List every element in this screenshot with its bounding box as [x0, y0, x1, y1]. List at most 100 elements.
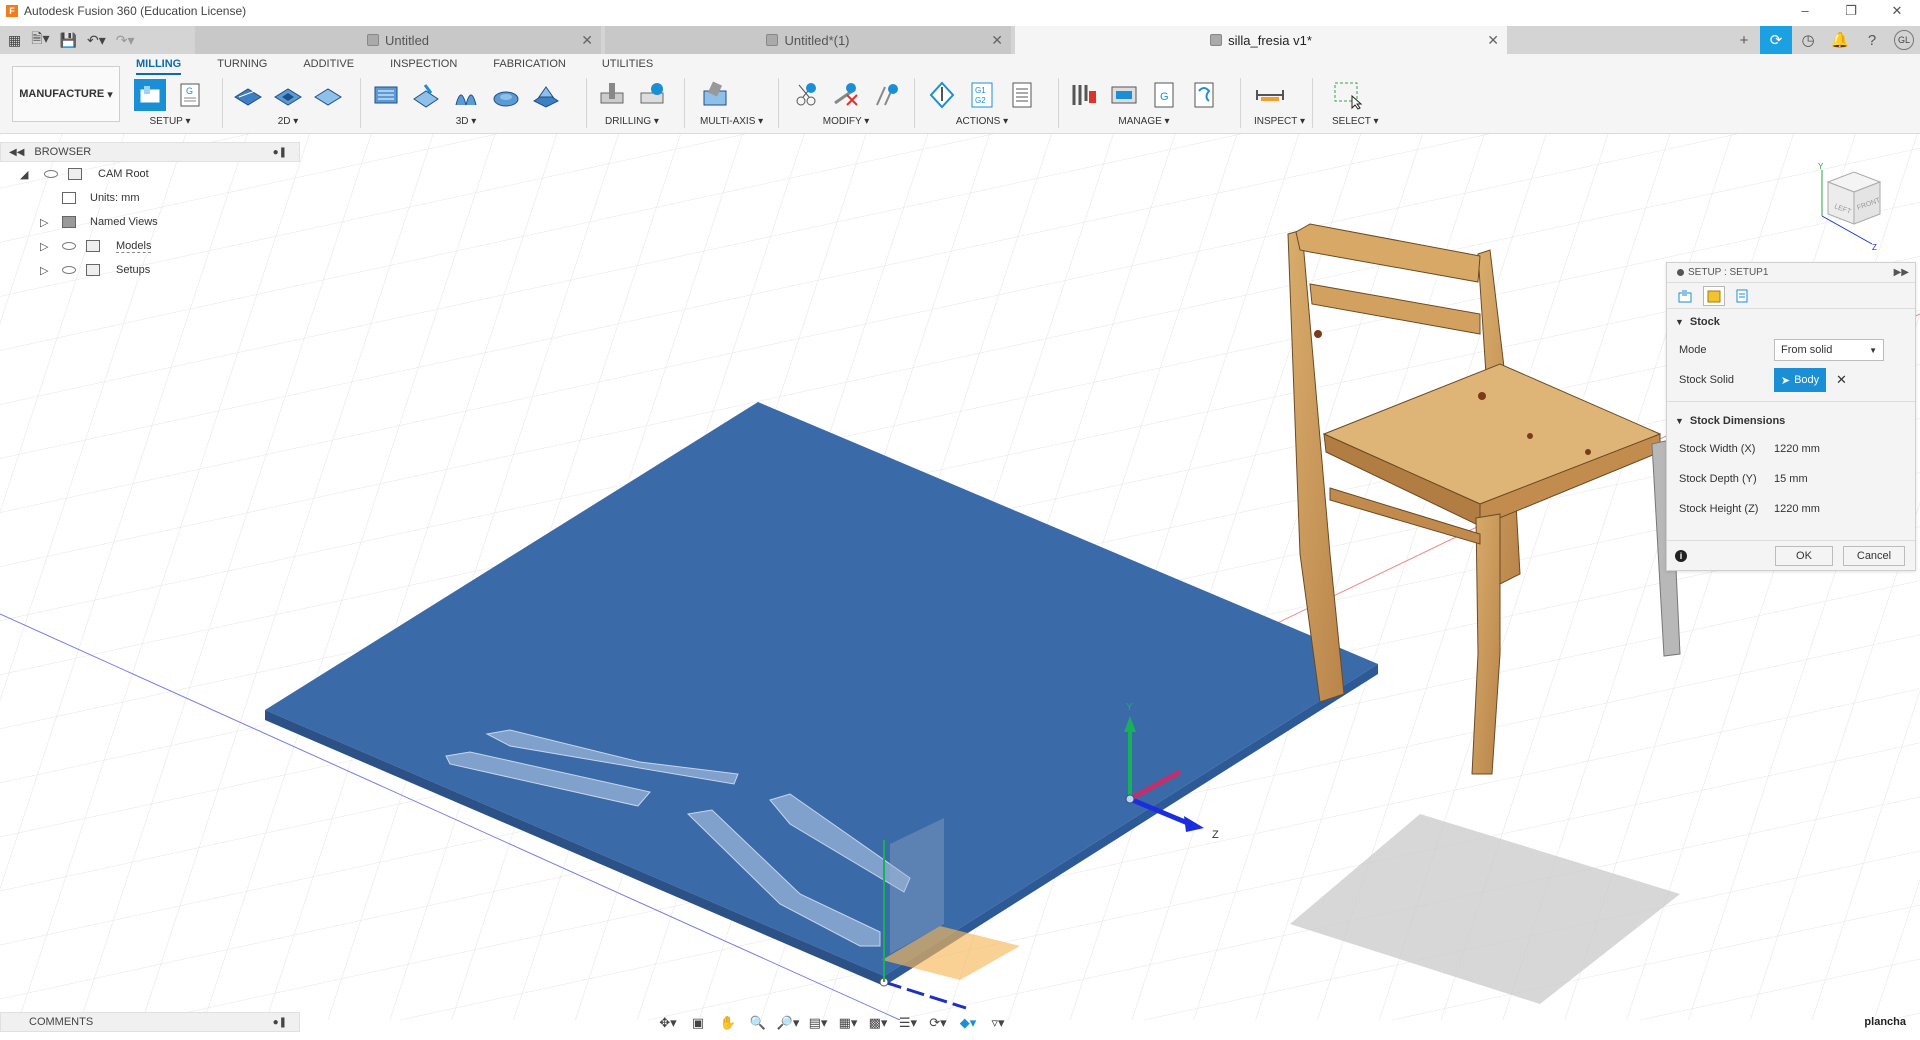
setup-tab-post-process[interactable]: [1731, 286, 1753, 306]
view-cube[interactable]: Y Z LEFT FRONT: [1810, 160, 1910, 252]
tool-library-icon[interactable]: [1068, 79, 1100, 111]
delete-toolpath-icon[interactable]: [830, 79, 862, 111]
tab-additive[interactable]: ADDITIVE: [303, 58, 354, 75]
contour-icon[interactable]: [530, 79, 562, 111]
tab-turning[interactable]: TURNING: [217, 58, 267, 75]
setup-sheet-icon[interactable]: [1006, 79, 1038, 111]
new-tab-icon[interactable]: +: [1728, 26, 1760, 54]
browser-header[interactable]: ◀◀ BROWSER ●❚: [0, 142, 300, 162]
tab-inspection[interactable]: INSPECTION: [390, 58, 457, 75]
select-group-label[interactable]: SELECT ▾: [1332, 116, 1379, 127]
display-settings-icon[interactable]: ▤▾: [806, 1015, 830, 1031]
restore-icon[interactable]: ❐: [1828, 0, 1874, 22]
stock-section-header[interactable]: ▼ Stock: [1667, 309, 1915, 335]
2d-adaptive-icon[interactable]: [232, 79, 264, 111]
simulate-icon[interactable]: [926, 79, 958, 111]
scallop-icon[interactable]: [490, 79, 522, 111]
multi-axis-icon[interactable]: [700, 79, 732, 111]
tree-item-cam-root[interactable]: ◢ CAM Root: [0, 162, 300, 186]
new-setup-icon[interactable]: [134, 79, 166, 111]
undo-icon[interactable]: ↶▾: [87, 32, 106, 49]
pin-icon[interactable]: ●❚: [273, 1017, 287, 1028]
modify-group-label[interactable]: MODIFY ▾: [790, 116, 902, 127]
measure-icon[interactable]: [1254, 79, 1286, 111]
pin-icon[interactable]: ●❚: [273, 147, 287, 158]
3d-adaptive-icon[interactable]: [370, 79, 402, 111]
2d-pocket-icon[interactable]: [272, 79, 304, 111]
2d-group-label[interactable]: 2D ▾: [232, 116, 344, 127]
tree-item-setups[interactable]: ▷ Setups: [0, 258, 300, 282]
grid-menu-icon[interactable]: ▦: [8, 32, 21, 49]
redo-icon[interactable]: ↷▾: [116, 32, 135, 49]
pan-hand-icon[interactable]: ✋: [716, 1015, 740, 1031]
face-icon[interactable]: [312, 79, 344, 111]
drill-icon[interactable]: [596, 79, 628, 111]
close-tab-icon[interactable]: ✕: [991, 32, 1003, 49]
tab-milling[interactable]: MILLING: [136, 58, 182, 75]
info-icon[interactable]: i: [1675, 549, 1687, 562]
simulation-icon[interactable]: ⟳▾: [926, 1015, 950, 1031]
tab-untitled[interactable]: Untitled ✕: [195, 26, 601, 54]
parallel-icon[interactable]: [450, 79, 482, 111]
stock-solid-selection-button[interactable]: ➤ Body: [1774, 368, 1826, 392]
job-status-icon[interactable]: ◷: [1792, 26, 1824, 54]
tree-item-named-views[interactable]: ▷ Named Views: [0, 210, 300, 234]
extensions-icon[interactable]: ⟳: [1760, 26, 1792, 54]
tree-item-units[interactable]: Units: mm: [0, 186, 300, 210]
comments-panel[interactable]: COMMENTS ●❚: [0, 1012, 300, 1032]
cancel-button[interactable]: Cancel: [1843, 545, 1905, 566]
fit-zoom-icon[interactable]: 🔎▾: [776, 1015, 800, 1031]
help-icon[interactable]: ?: [1856, 26, 1888, 54]
tab-fabrication[interactable]: FABRICATION: [493, 58, 566, 75]
multiaxis-group-label[interactable]: MULTI-AXIS ▾: [700, 116, 763, 127]
save-icon[interactable]: 💾: [60, 32, 77, 49]
file-menu-icon[interactable]: 🗎▾: [31, 28, 49, 52]
ok-button[interactable]: OK: [1775, 545, 1833, 566]
3d-pocket-icon[interactable]: [410, 79, 442, 111]
expand-arrow-icon[interactable]: ▷: [40, 240, 48, 253]
machine-library-icon[interactable]: [1108, 79, 1140, 111]
visibility-eye-icon[interactable]: [62, 242, 76, 250]
notifications-icon[interactable]: 🔔: [1824, 26, 1856, 54]
select-window-icon[interactable]: [1332, 79, 1364, 111]
close-window-icon[interactable]: ✕: [1874, 0, 1920, 22]
expand-arrow-icon[interactable]: ▷: [40, 216, 48, 229]
post-library-icon[interactable]: G: [1148, 79, 1180, 111]
filter-icon[interactable]: ▿▾: [986, 1015, 1010, 1031]
zoom-icon[interactable]: 🔍: [746, 1015, 770, 1031]
toolpath-display-icon[interactable]: ☰▾: [896, 1015, 920, 1031]
expand-arrow-icon[interactable]: ▷: [40, 264, 48, 277]
viewports-icon[interactable]: ▩▾: [866, 1015, 890, 1031]
avatar[interactable]: GL: [1894, 30, 1914, 50]
clear-selection-icon[interactable]: ✕: [1836, 372, 1847, 388]
transform-toolpath-icon[interactable]: [870, 79, 902, 111]
close-tab-icon[interactable]: ✕: [1487, 32, 1499, 49]
cut-toolpath-icon[interactable]: [790, 79, 822, 111]
orbit-icon[interactable]: ✥▾: [656, 1015, 680, 1031]
tab-utilities[interactable]: UTILITIES: [602, 58, 653, 75]
mode-select[interactable]: From solid ▼: [1774, 339, 1884, 361]
template-library-icon[interactable]: [1188, 79, 1220, 111]
collapse-panel-icon[interactable]: ◀◀: [9, 147, 24, 158]
tab-silla-fresia[interactable]: silla_fresia v1* ✕: [1015, 26, 1507, 54]
hole-recognition-icon[interactable]: [636, 79, 668, 111]
visibility-eye-icon[interactable]: [62, 266, 76, 274]
triad-origin[interactable]: [1125, 794, 1135, 804]
stock-display-icon[interactable]: ◆▾: [956, 1015, 980, 1031]
setup-dialog-header[interactable]: SETUP : SETUP1 ▶▶: [1667, 263, 1915, 283]
setup-tab-stock[interactable]: [1703, 285, 1725, 306]
post-process-icon[interactable]: G1 G2: [966, 79, 998, 111]
visibility-eye-icon[interactable]: [44, 170, 58, 178]
setup-tab-setup[interactable]: [1675, 286, 1697, 306]
3d-group-label[interactable]: 3D ▾: [370, 116, 562, 127]
tab-untitled-1[interactable]: Untitled*(1) ✕: [605, 26, 1011, 54]
collapse-arrow-icon[interactable]: ◢: [20, 168, 28, 181]
expand-dialog-icon[interactable]: ▶▶: [1894, 267, 1909, 278]
close-tab-icon[interactable]: ✕: [581, 32, 593, 49]
nc-program-icon[interactable]: G: [174, 79, 206, 111]
look-at-icon[interactable]: ▣: [686, 1015, 710, 1031]
workspace-switcher-button[interactable]: MANUFACTURE ▾: [12, 66, 120, 122]
stock-dimensions-section-header[interactable]: ▼ Stock Dimensions: [1667, 408, 1915, 434]
manage-group-label[interactable]: MANAGE ▾: [1068, 116, 1220, 127]
tree-item-models[interactable]: ▷ Models: [0, 234, 300, 258]
